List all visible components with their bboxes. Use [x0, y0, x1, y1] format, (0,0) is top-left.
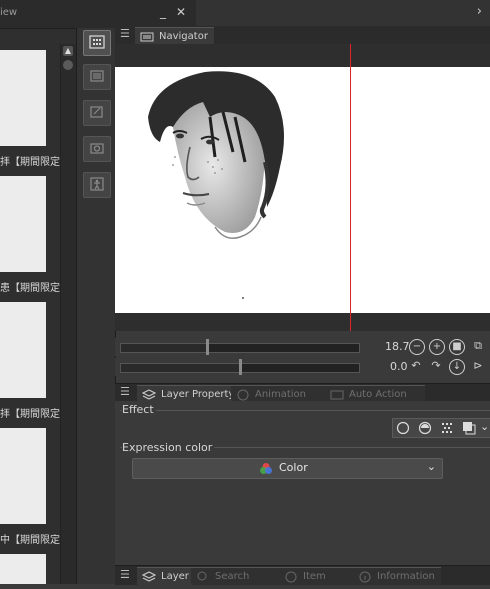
- material-thumbnail[interactable]: [0, 554, 46, 584]
- rotate-right-icon[interactable]: ↷: [429, 359, 443, 373]
- navigator-header: ☰ Navigator: [115, 26, 490, 45]
- extract-line-icon[interactable]: [418, 421, 432, 435]
- material-label[interactable]: 中【期間限定: [0, 531, 60, 546]
- scroll-thumb[interactable]: [63, 60, 73, 70]
- material-label[interactable]: 患【期間限定: [0, 279, 60, 294]
- fit-stop-icon[interactable]: ■: [449, 339, 465, 355]
- info-icon: [358, 571, 372, 585]
- tab-search-layer[interactable]: Search Layer: [191, 567, 279, 585]
- tone-icon[interactable]: [440, 421, 454, 435]
- rotate-left-icon[interactable]: ↶: [409, 359, 423, 373]
- tab-label: Auto Action: [349, 389, 407, 400]
- zoom-slider-fill: [121, 344, 207, 352]
- canvas-edge-line: [350, 44, 351, 331]
- rotate-slider-handle[interactable]: [239, 359, 242, 375]
- zoom-value: 18.7: [385, 340, 410, 353]
- panel-title: iew: [0, 7, 18, 18]
- material-thumbnail[interactable]: [0, 428, 46, 524]
- zoom-slider[interactable]: [120, 339, 360, 355]
- tab-navigator[interactable]: Navigator: [135, 27, 214, 45]
- menu-icon[interactable]: ☰: [120, 385, 130, 398]
- navigator-margin-top: [115, 44, 490, 67]
- rotate-slider[interactable]: [120, 359, 360, 375]
- zoom-controls: 18.7 − + ■ ⧉: [115, 338, 490, 356]
- navigator-canvas-preview[interactable]: [115, 67, 490, 313]
- layers-icon: [141, 571, 157, 589]
- material-label[interactable]: 拝【期間限定: [0, 153, 60, 168]
- material-label[interactable]: 拝【期間限定: [0, 405, 60, 420]
- navigator-panel-icon[interactable]: [83, 30, 111, 56]
- material-thumbnail[interactable]: [0, 302, 46, 398]
- color-rgb-icon: [260, 463, 272, 474]
- layer-color-icon[interactable]: [462, 421, 476, 435]
- expression-color-title: Expression color: [122, 441, 215, 454]
- reset-rotate-icon[interactable]: ↓: [449, 359, 465, 375]
- tab-label: Item bank: [303, 571, 326, 582]
- sub-view-icon[interactable]: [83, 64, 111, 90]
- zoom-slider-handle[interactable]: [206, 339, 209, 355]
- zoom-out-icon[interactable]: −: [409, 339, 425, 355]
- color-select-value: Color: [279, 461, 308, 474]
- titlebar-right: ›: [196, 0, 490, 26]
- effect-section-title: Effect: [122, 403, 156, 416]
- material-thumbnail[interactable]: [0, 50, 46, 146]
- portrait-sketch: [148, 71, 284, 299]
- tab-label: Information: [377, 571, 435, 582]
- zoom-in-icon[interactable]: +: [429, 339, 445, 355]
- scroll-up-icon[interactable]: ▲: [63, 46, 73, 56]
- chevron-down-icon[interactable]: ⌄: [480, 420, 489, 433]
- chevron-right-icon[interactable]: ›: [477, 4, 482, 19]
- flip-horizontal-icon[interactable]: ⊳: [471, 359, 485, 373]
- layer-panel-header: ☰ Layer Search Layer Item bank Informati…: [115, 565, 490, 585]
- item-bank-icon: [284, 571, 298, 585]
- material-thumbnail[interactable]: [0, 176, 46, 272]
- expression-color-select[interactable]: Color ⌄: [132, 458, 443, 479]
- panel-icon-column: [76, 28, 116, 584]
- effect-toolbar: ⌄: [392, 418, 490, 438]
- divider: [120, 410, 490, 411]
- tab-item-bank[interactable]: Item bank: [279, 567, 357, 585]
- tab-label: Search Layer: [215, 571, 250, 582]
- minimize-button[interactable]: _: [160, 5, 166, 19]
- border-effect-icon[interactable]: [396, 421, 410, 435]
- close-button[interactable]: ✕: [176, 5, 186, 19]
- camera-icon[interactable]: [83, 136, 111, 162]
- rotate-slider-fill: [121, 364, 240, 372]
- chevron-down-icon: ⌄: [426, 460, 436, 473]
- tab-label: Layer: [161, 571, 189, 582]
- layer-property-header: ☰ Layer Property Animation cels Auto Act…: [115, 383, 490, 403]
- tab-label: Navigator: [159, 31, 208, 42]
- material-panel-titlebar: iew _ ✕: [0, 0, 196, 29]
- rotate-controls: 0.0 ↶ ↷ ↓ ⊳: [115, 358, 490, 376]
- tab-information[interactable]: Information: [353, 567, 441, 585]
- fit-window-icon[interactable]: ⧉: [471, 339, 485, 353]
- edit-icon[interactable]: [83, 100, 111, 126]
- navigator-margin-bottom: [115, 313, 490, 331]
- menu-icon[interactable]: ☰: [120, 568, 130, 581]
- figure-icon[interactable]: [83, 172, 111, 198]
- material-scrollbar[interactable]: ▲: [60, 44, 76, 584]
- rotate-value: 0.0: [390, 360, 408, 373]
- menu-icon[interactable]: ☰: [120, 27, 130, 40]
- tab-label: Layer Property: [161, 389, 235, 400]
- search-layer-icon: [196, 571, 210, 585]
